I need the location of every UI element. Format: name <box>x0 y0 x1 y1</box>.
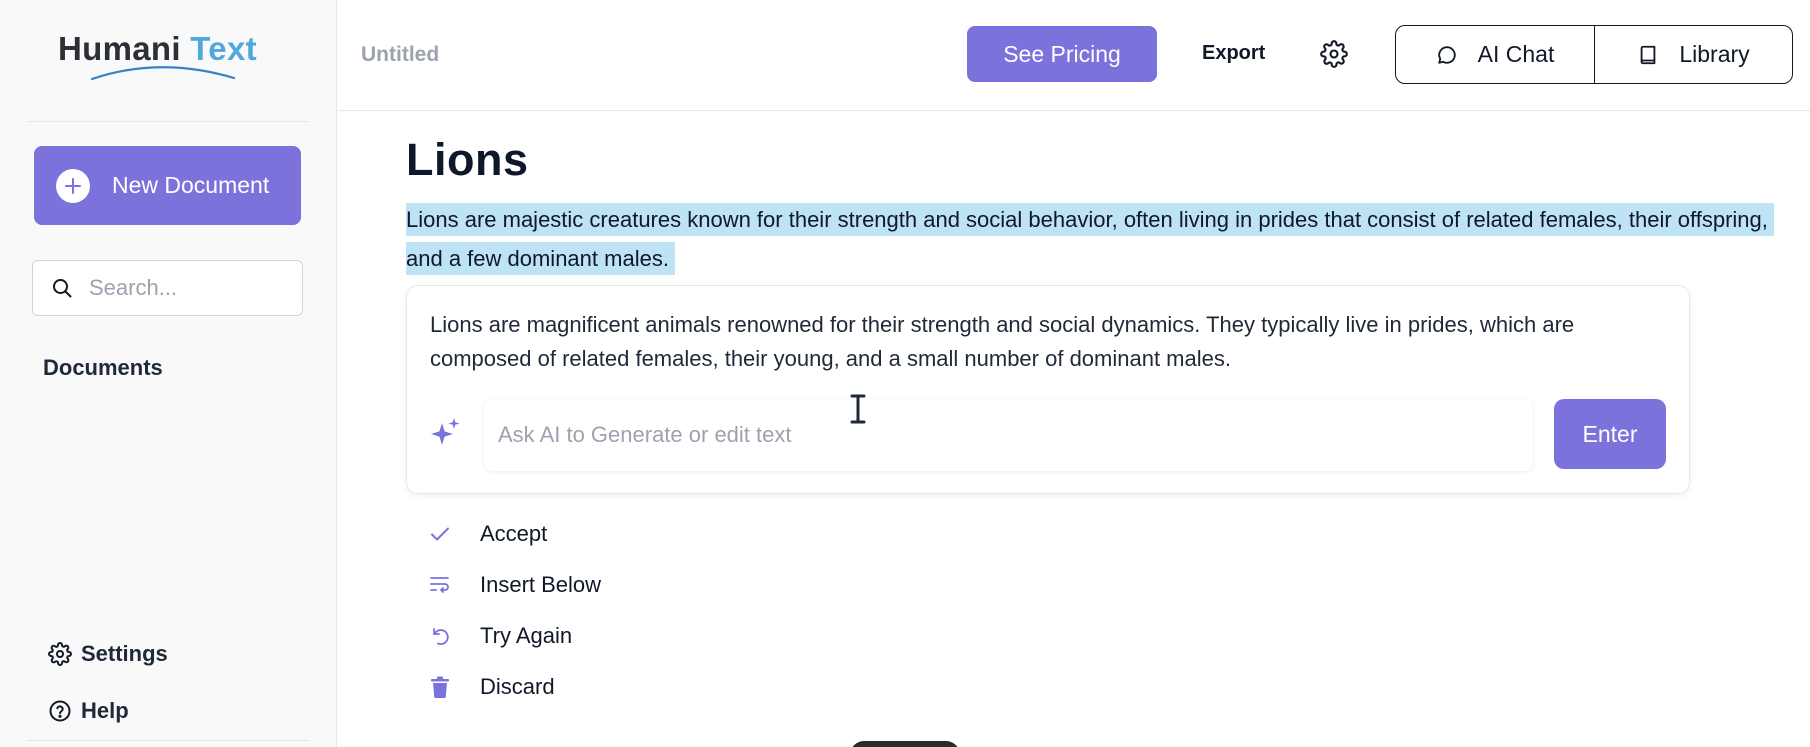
discard-label: Discard <box>480 674 555 699</box>
help-icon <box>48 699 72 723</box>
settings-link[interactable]: Settings <box>48 641 168 667</box>
ai-chat-button[interactable]: AI Chat <box>1396 26 1595 83</box>
search-icon <box>51 277 73 299</box>
top-bar: Untitled See Pricing Export AI Chat Libr… <box>338 0 1810 111</box>
sidebar-divider-bottom <box>26 740 310 741</box>
text-cursor-icon <box>848 394 868 424</box>
documents-heading: Documents <box>43 355 163 380</box>
insert-below-action[interactable]: Insert Below <box>429 572 601 598</box>
document-title[interactable]: Untitled <box>361 43 439 67</box>
bottom-floating-toolbar[interactable] <box>850 741 960 747</box>
see-pricing-button[interactable]: See Pricing <box>967 26 1157 82</box>
settings-label: Settings <box>81 641 168 666</box>
selected-paragraph[interactable]: Lions are majestic creatures known for t… <box>406 200 1806 278</box>
sidebar-divider-top <box>26 121 310 122</box>
undo-icon <box>429 626 451 646</box>
help-link[interactable]: Help <box>48 698 129 724</box>
new-document-button[interactable]: New Document <box>34 146 301 225</box>
try-again-action[interactable]: Try Again <box>429 623 572 649</box>
ai-suggestion-card: Lions are magnificent animals renowned f… <box>406 285 1690 494</box>
search-input[interactable] <box>89 275 279 301</box>
ai-chat-label: AI Chat <box>1477 41 1555 67</box>
plus-icon <box>56 168 90 203</box>
check-icon <box>429 526 451 542</box>
discard-action[interactable]: Discard <box>429 674 555 700</box>
accept-label: Accept <box>480 521 548 546</box>
help-label: Help <box>81 698 129 723</box>
search-box[interactable] <box>32 260 303 316</box>
trash-icon <box>429 676 451 698</box>
settings-gear-icon[interactable] <box>1320 40 1348 68</box>
library-button[interactable]: Library <box>1595 26 1792 83</box>
ai-prompt-input[interactable] <box>498 422 1398 448</box>
enter-button[interactable]: Enter <box>1554 399 1666 469</box>
gear-icon <box>48 642 72 666</box>
sidebar: Humani Text New Document Documents Setti… <box>0 0 337 747</box>
try-again-label: Try Again <box>480 623 573 648</box>
sparkle-icon <box>429 416 463 450</box>
chat-bubble-icon <box>1436 44 1458 66</box>
document-heading[interactable]: Lions <box>406 134 529 186</box>
insert-below-label: Insert Below <box>480 572 602 597</box>
export-button[interactable]: Export <box>1202 42 1265 65</box>
ai-suggestion-text: Lions are magnificent animals renowned f… <box>430 312 1575 371</box>
ai-prompt-box[interactable] <box>484 399 1533 471</box>
selected-text: Lions are majestic creatures known for t… <box>406 203 1774 275</box>
chat-library-toggle: AI Chat Library <box>1395 25 1793 84</box>
library-label: Library <box>1679 41 1750 67</box>
accept-action[interactable]: Accept <box>429 521 547 547</box>
new-document-label: New Document <box>112 172 270 198</box>
editor-area: Lions Lions are majestic creatures known… <box>338 112 1810 747</box>
logo-swoosh-icon <box>90 66 236 81</box>
insert-below-icon <box>429 576 451 594</box>
book-icon <box>1637 44 1659 66</box>
